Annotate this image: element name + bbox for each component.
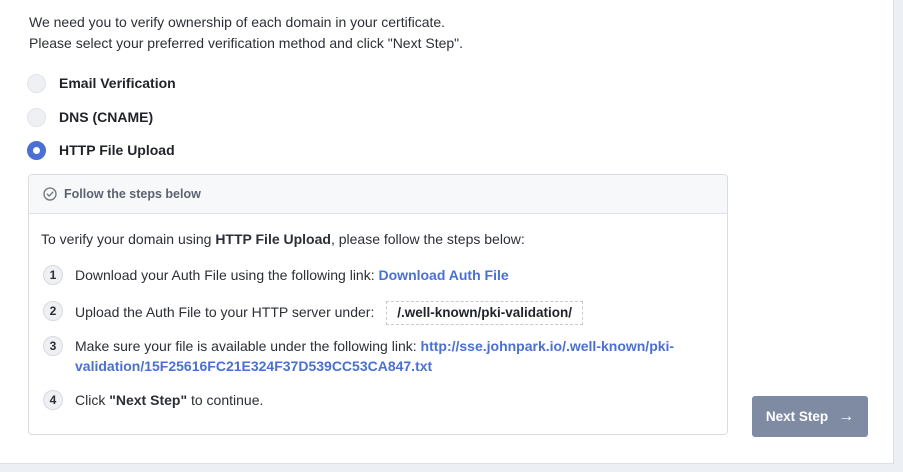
step-2-number: 2 [43, 301, 63, 321]
intro-line-2: Please select your preferred verificatio… [29, 35, 464, 51]
step-2: 2 Upload the Auth File to your HTTP serv… [43, 301, 584, 325]
step-4-number: 4 [43, 390, 63, 410]
panel-lead: To verify your domain using HTTP File Up… [41, 231, 525, 247]
intro-text: We need you to verify ownership of each … [29, 12, 463, 54]
lead-prefix: To verify your domain using [41, 231, 216, 247]
step-4-prefix: Click [75, 392, 110, 408]
step-4-bold: "Next Step" [109, 392, 188, 408]
check-circle-icon [43, 187, 57, 201]
panel-title: Follow the steps below [64, 187, 201, 201]
validation-url-link-line-1[interactable]: http://sse.johnpark.io/.well-known/pki- [421, 338, 675, 354]
method-dns[interactable]: DNS (CNAME) [27, 106, 153, 128]
method-http[interactable]: HTTP File Upload [27, 139, 175, 161]
lead-suffix: , please follow the steps below: [330, 231, 525, 247]
step-1-text: Download your Auth File using the follow… [75, 265, 509, 285]
step-1-label: Download your Auth File using the follow… [75, 267, 379, 283]
next-step-button[interactable]: Next Step → [752, 396, 868, 437]
radio-email[interactable] [27, 73, 46, 93]
next-step-label: Next Step [765, 409, 829, 424]
method-dns-label[interactable]: DNS (CNAME) [59, 109, 153, 125]
radio-http[interactable] [27, 140, 46, 160]
instructions-panel: Follow the steps below To verify your do… [28, 174, 728, 435]
step-3-label: Make sure your file is available under t… [75, 338, 421, 354]
step-4-text: Click "Next Step" to continue. [75, 390, 263, 410]
method-email-label[interactable]: Email Verification [59, 75, 176, 91]
step-2-label: Upload the Auth File to your HTTP server… [75, 304, 379, 320]
arrow-right-icon: → [838, 407, 855, 425]
validation-url-link-line-2[interactable]: validation/15F25616FC21E324F37D539CC53CA… [75, 358, 432, 374]
radio-dot [33, 146, 40, 154]
method-http-label[interactable]: HTTP File Upload [59, 142, 175, 158]
step-3-number: 3 [43, 336, 63, 356]
step-1: 1 Download your Auth File using the foll… [43, 265, 509, 285]
lead-bold: HTTP File Upload [215, 231, 331, 247]
download-auth-file-link[interactable]: Download Auth File [379, 267, 509, 283]
step-4: 4 Click "Next Step" to continue. [43, 390, 263, 410]
step-4-suffix: to continue. [187, 392, 264, 408]
method-email[interactable]: Email Verification [27, 72, 176, 94]
validation-path: /.well-known/pki-validation/ [386, 301, 584, 325]
panel-header: Follow the steps below [29, 175, 727, 214]
radio-dns[interactable] [27, 107, 46, 127]
step-1-number: 1 [43, 265, 63, 285]
step-2-text: Upload the Auth File to your HTTP server… [75, 301, 584, 325]
verification-card: We need you to verify ownership of each … [0, 0, 894, 464]
intro-line-1: We need you to verify ownership of each … [29, 14, 446, 30]
step-3: 3 Make sure your file is available under… [43, 336, 674, 376]
step-3-text: Make sure your file is available under t… [75, 336, 674, 376]
